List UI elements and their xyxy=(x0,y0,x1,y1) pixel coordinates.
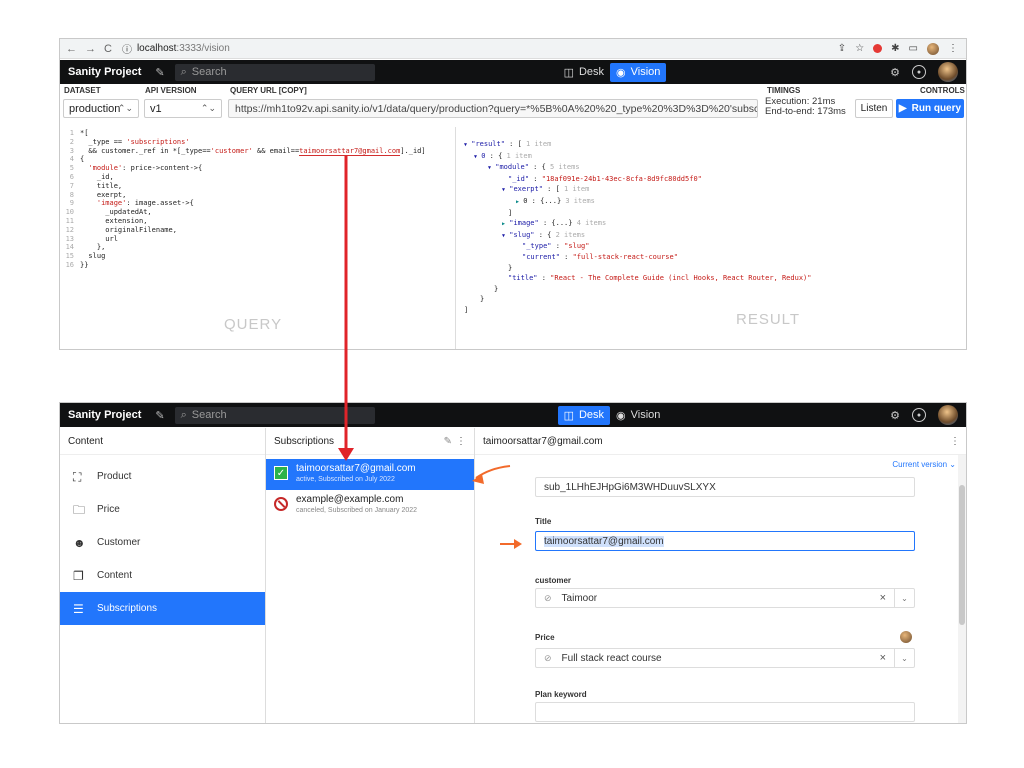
annotation-layer xyxy=(338,156,522,549)
red-arrow-head xyxy=(338,448,354,461)
orange-arrow-bottom-head xyxy=(514,539,522,549)
